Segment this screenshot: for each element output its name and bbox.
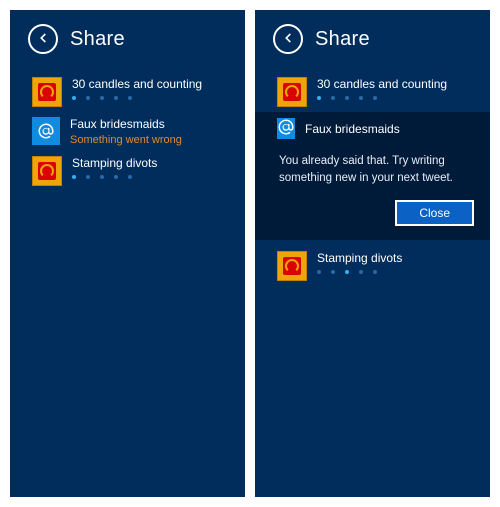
expanded-header[interactable]: Faux bridesmaids [277, 118, 474, 139]
back-button[interactable] [28, 24, 58, 54]
panel-header: Share [273, 24, 490, 54]
app-icon [277, 77, 307, 107]
progress-dots [72, 96, 202, 100]
at-icon [277, 118, 295, 139]
progress-dots [72, 175, 157, 179]
screenshot-stage: Share 30 candles and counting Faux bride… [0, 0, 500, 507]
share-target-item[interactable]: Faux bridesmaids Something went wrong [10, 112, 245, 151]
error-text: Something went wrong [70, 134, 182, 146]
progress-dots [317, 96, 447, 100]
error-message: You already said that. Try writing somet… [279, 153, 472, 186]
item-name: Faux bridesmaids [70, 117, 182, 131]
item-name: Stamping divots [72, 156, 157, 170]
app-icon [277, 251, 307, 281]
panel-header: Share [28, 24, 245, 54]
share-target-item[interactable]: 30 candles and counting [255, 72, 490, 112]
close-button[interactable]: Close [395, 200, 474, 226]
share-target-item[interactable]: Stamping divots [255, 246, 490, 286]
share-panel-right: Share 30 candles and counting Faux bride… [255, 10, 490, 497]
item-meta: Faux bridesmaids Something went wrong [70, 117, 182, 146]
share-target-item[interactable]: Stamping divots [10, 151, 245, 191]
back-arrow-icon [281, 31, 295, 48]
expanded-actions: Close [277, 200, 474, 226]
item-meta: 30 candles and counting [72, 77, 202, 100]
share-target-item[interactable]: 30 candles and counting [10, 72, 245, 112]
item-name: 30 candles and counting [317, 77, 447, 91]
item-meta: Stamping divots [317, 251, 402, 274]
panel-title: Share [70, 28, 125, 51]
item-name: Faux bridesmaids [305, 122, 400, 136]
progress-dots [317, 270, 402, 274]
share-panel-left: Share 30 candles and counting Faux bride… [10, 10, 245, 497]
back-button[interactable] [273, 24, 303, 54]
item-name: Stamping divots [317, 251, 402, 265]
item-meta: Stamping divots [72, 156, 157, 179]
share-target-expanded: Faux bridesmaids You already said that. … [255, 112, 490, 240]
item-meta: 30 candles and counting [317, 77, 447, 100]
item-name: 30 candles and counting [72, 77, 202, 91]
at-icon [32, 117, 60, 145]
app-icon [32, 156, 62, 186]
back-arrow-icon [36, 31, 50, 48]
app-icon [32, 77, 62, 107]
panel-title: Share [315, 28, 370, 51]
